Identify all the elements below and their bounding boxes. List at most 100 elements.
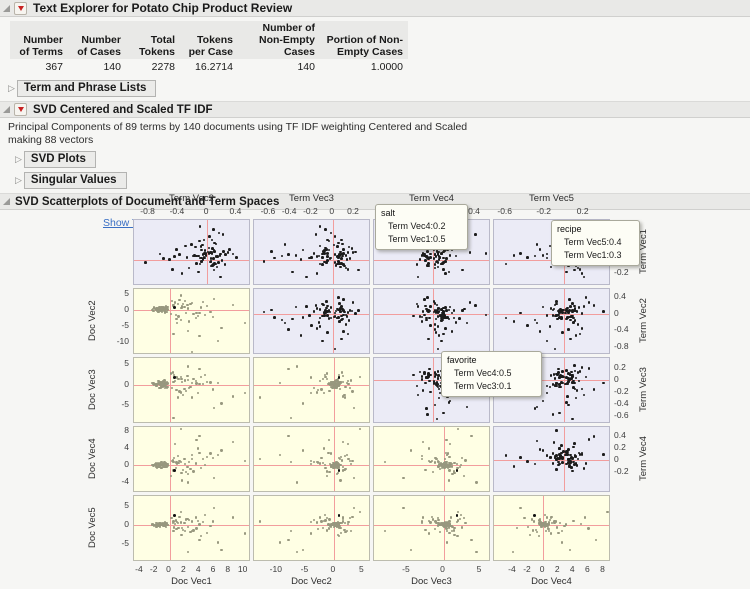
term-point[interactable] xyxy=(448,401,451,404)
doc-point[interactable] xyxy=(296,365,298,367)
term-point[interactable] xyxy=(453,309,456,312)
term-point[interactable] xyxy=(554,348,557,351)
doc-point[interactable] xyxy=(177,455,179,457)
doc-point[interactable] xyxy=(187,481,189,483)
doc-point[interactable] xyxy=(180,534,182,536)
term-point[interactable] xyxy=(351,247,354,250)
doc-point[interactable] xyxy=(175,314,177,316)
doc-point[interactable] xyxy=(470,435,472,437)
term-point[interactable] xyxy=(428,317,431,320)
doc-point[interactable] xyxy=(475,551,477,553)
doc-point[interactable] xyxy=(561,541,563,543)
term-point[interactable] xyxy=(235,256,238,259)
doc-point[interactable] xyxy=(244,532,246,534)
term-point[interactable] xyxy=(340,338,343,341)
doc-point[interactable] xyxy=(172,461,174,463)
term-point[interactable] xyxy=(227,251,230,254)
panel-r5c1[interactable] xyxy=(133,495,250,561)
doc-point[interactable] xyxy=(457,428,459,430)
doc-point[interactable] xyxy=(287,539,289,541)
doc-point[interactable] xyxy=(453,529,455,531)
term-point[interactable] xyxy=(505,317,508,320)
term-point[interactable] xyxy=(305,276,308,279)
term-point[interactable] xyxy=(469,301,472,304)
doc-point[interactable] xyxy=(217,454,219,456)
term-point[interactable] xyxy=(346,258,349,261)
term-point[interactable] xyxy=(287,328,290,331)
term-point[interactable] xyxy=(337,296,340,299)
term-point[interactable] xyxy=(513,320,516,323)
term-point[interactable] xyxy=(558,412,561,415)
panel-r1c1[interactable] xyxy=(133,219,250,285)
doc-point[interactable] xyxy=(198,335,200,337)
doc-point[interactable] xyxy=(317,528,319,530)
singular-values-header[interactable]: Singular Values xyxy=(24,172,127,189)
doc-point[interactable] xyxy=(213,477,215,479)
term-point[interactable] xyxy=(198,240,201,243)
term-point[interactable] xyxy=(168,258,171,261)
doc-point[interactable] xyxy=(353,407,355,409)
doc-point[interactable] xyxy=(326,378,328,380)
term-point[interactable] xyxy=(583,276,586,279)
term-point[interactable] xyxy=(181,272,184,275)
doc-point[interactable] xyxy=(317,461,319,463)
doc-point[interactable] xyxy=(446,541,448,543)
doc-point[interactable] xyxy=(184,530,186,532)
doc-point[interactable] xyxy=(206,456,208,458)
term-point[interactable] xyxy=(534,463,537,466)
term-point[interactable] xyxy=(424,259,427,262)
doc-point[interactable] xyxy=(198,452,200,454)
doc-point[interactable] xyxy=(350,530,352,532)
doc-point[interactable] xyxy=(163,465,165,467)
doc-point[interactable] xyxy=(213,507,215,509)
term-point[interactable] xyxy=(426,250,429,253)
term-point[interactable] xyxy=(328,317,331,320)
term-point[interactable] xyxy=(564,454,567,457)
term-point[interactable] xyxy=(585,462,588,465)
panel-r2c1[interactable] xyxy=(133,288,250,354)
doc-point[interactable] xyxy=(181,479,183,481)
doc-point[interactable] xyxy=(313,461,315,463)
doc-point[interactable] xyxy=(290,530,292,532)
doc-point[interactable] xyxy=(328,390,330,392)
term-point[interactable] xyxy=(565,271,568,274)
doc-point[interactable] xyxy=(316,521,318,523)
disclosure-closed-icon[interactable]: ▷ xyxy=(8,84,15,93)
doc-point[interactable] xyxy=(320,520,322,522)
doc-point[interactable] xyxy=(328,382,330,384)
svd-plots-header[interactable]: SVD Plots xyxy=(24,151,96,168)
term-point[interactable] xyxy=(219,276,222,279)
doc-point[interactable] xyxy=(350,379,352,381)
doc-point[interactable] xyxy=(152,523,154,525)
term-point[interactable] xyxy=(419,258,422,261)
doc-point[interactable] xyxy=(202,521,204,523)
term-point[interactable] xyxy=(316,327,319,330)
term-point[interactable] xyxy=(526,256,529,259)
doc-point[interactable] xyxy=(310,521,312,523)
doc-point[interactable] xyxy=(580,523,582,525)
term-point[interactable] xyxy=(173,255,176,258)
term-point[interactable] xyxy=(442,310,445,313)
doc-point[interactable] xyxy=(569,549,571,551)
term-point[interactable] xyxy=(552,309,555,312)
doc-point[interactable] xyxy=(341,522,343,524)
doc-point[interactable] xyxy=(456,535,458,537)
doc-point[interactable] xyxy=(155,385,157,387)
term-point[interactable] xyxy=(449,306,452,309)
doc-point[interactable] xyxy=(410,549,412,551)
term-point[interactable] xyxy=(539,448,542,451)
doc-point[interactable] xyxy=(173,376,176,379)
doc-point[interactable] xyxy=(434,520,436,522)
term-point[interactable] xyxy=(412,315,415,318)
doc-point[interactable] xyxy=(197,392,199,394)
doc-point[interactable] xyxy=(342,395,344,397)
doc-point[interactable] xyxy=(538,535,540,537)
doc-point[interactable] xyxy=(424,469,426,471)
doc-point[interactable] xyxy=(191,458,193,460)
doc-point[interactable] xyxy=(178,390,180,392)
term-point[interactable] xyxy=(318,321,321,324)
doc-point[interactable] xyxy=(198,368,200,370)
doc-point[interactable] xyxy=(178,299,180,301)
doc-point[interactable] xyxy=(347,523,349,525)
term-point[interactable] xyxy=(602,382,605,385)
